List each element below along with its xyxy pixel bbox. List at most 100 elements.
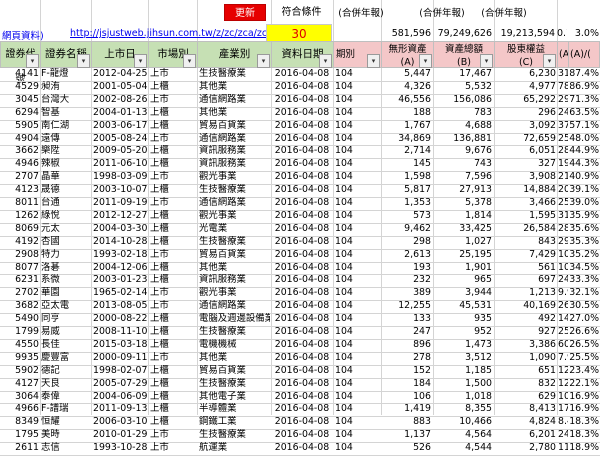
cell-ratio-ab[interactable]: 78.2%	[558, 81, 568, 94]
cell-intangible[interactable]: 2,613	[382, 249, 431, 262]
cell-total-assets[interactable]: 965	[434, 274, 492, 287]
cell-industry[interactable]: 其他業	[199, 107, 270, 120]
cell-listing-date[interactable]: 2004-12-06	[93, 262, 147, 275]
cell-industry[interactable]: 貿易百貨業	[199, 120, 270, 133]
cell-listing-date[interactable]: 2001-05-04	[93, 81, 147, 94]
cell-ratio-ab[interactable]: 17.0%	[558, 403, 568, 416]
cell-ratio-ab[interactable]: 24.9%	[558, 429, 568, 442]
cell-intangible[interactable]: 184	[382, 378, 431, 391]
cell-name[interactable]: 台灣大	[41, 94, 91, 107]
cell-ratio-ab[interactable]: 7.9%	[558, 352, 568, 365]
cell-name[interactable]: 昶洧	[41, 81, 91, 94]
cell-market[interactable]: 上櫃	[150, 365, 196, 378]
cell-period[interactable]: 104	[335, 81, 379, 94]
cell-name[interactable]: 慶豐富	[41, 352, 91, 365]
cell-intangible[interactable]: 1,598	[382, 171, 431, 184]
cell-period[interactable]: 104	[335, 249, 379, 262]
cell-name[interactable]: 遠傳	[41, 133, 91, 146]
cell-intangible[interactable]: 232	[382, 274, 431, 287]
cell-code[interactable]: 4550	[1, 339, 39, 352]
cell-intangible[interactable]: 5,817	[382, 184, 431, 197]
cell-code[interactable]: 1799	[1, 326, 39, 339]
table-row[interactable]: 9935 慶豐富 2000-09-11 上市 其他業 2016-04-08 104 278 3,…	[0, 352, 600, 365]
cell-listing-date[interactable]: 2005-08-24	[93, 133, 147, 146]
filter-dropdown-icon[interactable]: ▾	[257, 54, 270, 68]
filter-dropdown-icon[interactable]: ▾	[367, 54, 380, 68]
cell-intangible[interactable]: 5,447	[382, 68, 431, 81]
cell-equity[interactable]: 26,584	[495, 223, 556, 236]
cell-period[interactable]: 104	[335, 442, 379, 455]
cell-code[interactable]: 3682	[1, 300, 39, 313]
cell-market[interactable]: 上櫃	[150, 339, 196, 352]
cell-industry[interactable]: 電腦及週邊設備業	[199, 313, 270, 326]
cell-data-date[interactable]: 2016-04-08	[272, 68, 332, 81]
cell-ratio-ab[interactable]: 28.0%	[558, 145, 568, 158]
cell-total-assets[interactable]: 4,544	[434, 442, 492, 455]
table-row[interactable]: 3045 台灣大 2002-08-26 上市 通信網路業 2016-04-08 104 46,…	[0, 94, 600, 107]
header-intangible[interactable]: 無形資產 (A) ▾	[381, 41, 434, 68]
cell-name[interactable]: F-龍燈	[41, 68, 91, 81]
cell-data-date[interactable]: 2016-04-08	[272, 223, 332, 236]
cell-data-date[interactable]: 2016-04-08	[272, 107, 332, 120]
filter-dropdown-icon[interactable]: ▾	[26, 54, 39, 68]
cell-data-date[interactable]: 2016-04-08	[272, 120, 332, 133]
cell-listing-date[interactable]: 2004-03-30	[93, 223, 147, 236]
cell-name[interactable]: 易威	[41, 326, 91, 339]
cell-code[interactable]: 1262	[1, 210, 39, 223]
cell-ratio-ab[interactable]: 12.3%	[558, 378, 568, 391]
cell-name[interactable]: 華園	[41, 287, 91, 300]
cell-market[interactable]: 上櫃	[150, 236, 196, 249]
cell-period[interactable]: 104	[335, 171, 379, 184]
cell-period[interactable]: 104	[335, 223, 379, 236]
cell-name[interactable]: 綠悅	[41, 210, 91, 223]
cell-total-assets[interactable]: 4,564	[434, 429, 492, 442]
cell-ratio-ac[interactable]: 48.0%	[569, 133, 599, 146]
cell-name[interactable]: 長佳	[41, 339, 91, 352]
cell-code[interactable]: 4946	[1, 158, 39, 171]
cell-period[interactable]: 104	[335, 158, 379, 171]
cell-equity[interactable]: 40,169	[495, 300, 556, 313]
cell-ratio-ab[interactable]: 29.0%	[558, 236, 568, 249]
cell-period[interactable]: 104	[335, 184, 379, 197]
cell-market[interactable]: 上櫃	[150, 378, 196, 391]
cell-ratio-ab[interactable]: 60.8%	[558, 339, 568, 352]
cell-name[interactable]: 杏國	[41, 236, 91, 249]
table-row[interactable]: 4127 天良 2005-07-29 上櫃 生技醫療業 2016-04-08 104 184 1…	[0, 378, 600, 391]
cell-total-assets[interactable]: 136,881	[434, 133, 492, 146]
cell-ratio-ab[interactable]: 9.9%	[558, 287, 568, 300]
cell-total-assets[interactable]: 1,027	[434, 236, 492, 249]
filter-dropdown-icon[interactable]: ▾	[134, 54, 147, 68]
source-url-link[interactable]: http://jsjustweb.jihsun.com.tw/z/zc/zca/…	[70, 28, 266, 39]
cell-code[interactable]: 4192	[1, 236, 39, 249]
cell-intangible[interactable]: 298	[382, 236, 431, 249]
cell-equity[interactable]: 2,780	[495, 442, 556, 455]
cell-total-assets[interactable]: 45,531	[434, 300, 492, 313]
cell-listing-date[interactable]: 2014-10-28	[93, 236, 147, 249]
cell-code[interactable]: 5902	[1, 365, 39, 378]
cell-code[interactable]: 3045	[1, 94, 39, 107]
cell-ratio-ac[interactable]: 22.1%	[569, 378, 599, 391]
cell-code[interactable]: 8349	[1, 416, 39, 429]
header-name[interactable]: 證券名稱 ▾	[40, 41, 92, 68]
cell-equity[interactable]: 296	[495, 107, 556, 120]
cell-total-assets[interactable]: 7,596	[434, 171, 492, 184]
cell-intangible[interactable]: 188	[382, 107, 431, 120]
table-row[interactable]: 4904 遠傳 2005-08-24 上市 通信網路業 2016-04-08 104 34,8…	[0, 133, 600, 146]
cell-listing-date[interactable]: 1998-02-07	[93, 365, 147, 378]
cell-data-date[interactable]: 2016-04-08	[272, 300, 332, 313]
cell-intangible[interactable]: 247	[382, 326, 431, 339]
cell-intangible[interactable]: 4,326	[382, 81, 431, 94]
cell-ratio-ab[interactable]: 8.4%	[558, 416, 568, 429]
table-row[interactable]: 8011 台通 2011-09-19 上市 通信網路業 2016-04-08 104 1,35…	[0, 197, 600, 210]
cell-data-date[interactable]: 2016-04-08	[272, 171, 332, 184]
cell-data-date[interactable]: 2016-04-08	[272, 313, 332, 326]
cell-listing-date[interactable]: 2010-01-29	[93, 429, 147, 442]
cell-industry[interactable]: 光電業	[199, 223, 270, 236]
cell-ratio-ac[interactable]: 18.9%	[569, 442, 599, 455]
cell-intangible[interactable]: 34,869	[382, 133, 431, 146]
cell-market[interactable]: 上櫃	[150, 262, 196, 275]
cell-total-assets[interactable]: 1,018	[434, 391, 492, 404]
filter-dropdown-icon[interactable]: ▾	[77, 54, 90, 68]
cell-listing-date[interactable]: 2015-03-18	[93, 339, 147, 352]
cell-ratio-ab[interactable]: 26.9%	[558, 300, 568, 313]
